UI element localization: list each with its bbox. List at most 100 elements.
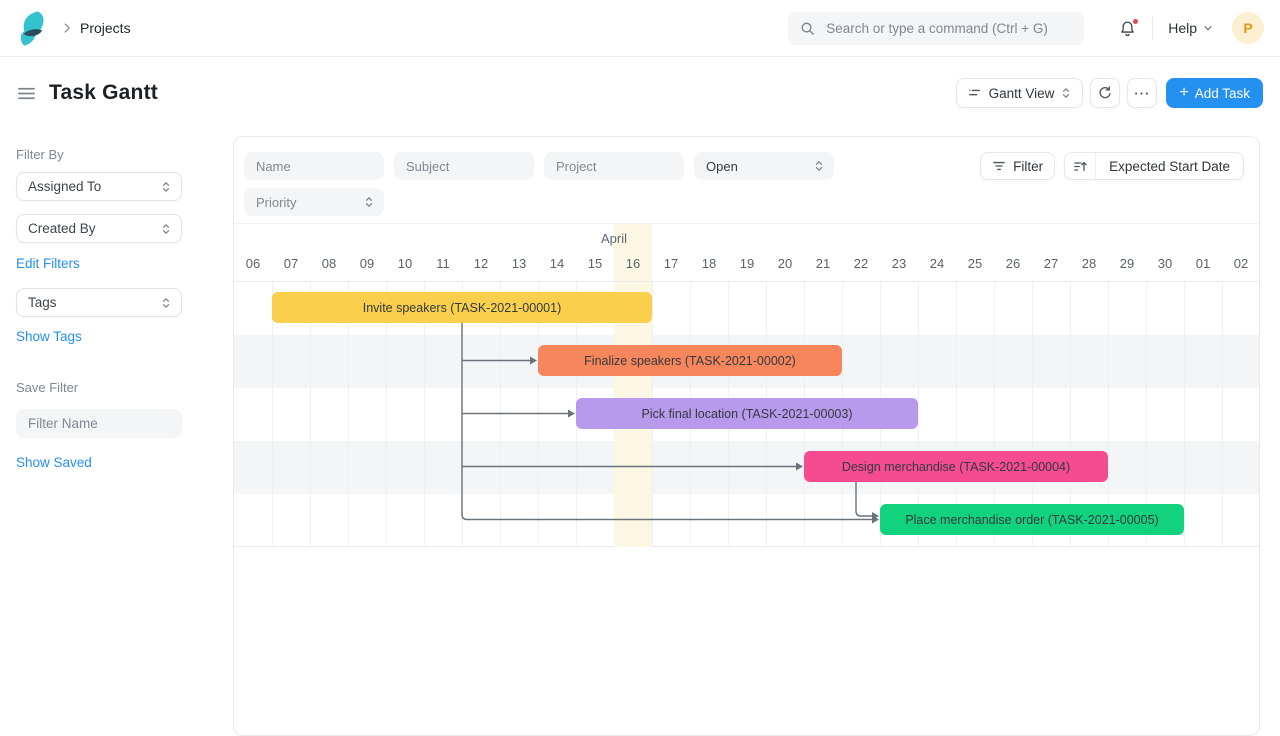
more-options-button[interactable]: ···: [1127, 78, 1158, 108]
sort-field-button[interactable]: Expected Start Date: [1096, 153, 1243, 179]
day-label: 10: [397, 256, 413, 271]
day-label: 30: [1157, 256, 1173, 271]
search-input[interactable]: [824, 19, 1073, 37]
day-label: 06: [245, 256, 261, 271]
breadcrumb[interactable]: Projects: [80, 20, 131, 36]
sort-control: Expected Start Date: [1064, 152, 1244, 180]
day-label: 26: [1005, 256, 1021, 271]
help-label: Help: [1168, 20, 1197, 36]
day-label: 07: [283, 256, 299, 271]
status-value: Open: [706, 158, 738, 174]
filter-by-label: Filter By: [16, 147, 64, 162]
gantt-task-bar[interactable]: Design merchandise (TASK-2021-00004): [804, 451, 1108, 482]
sidebar-toggle-button[interactable]: [17, 85, 36, 102]
user-avatar[interactable]: P: [1232, 12, 1264, 44]
day-label: 08: [321, 256, 337, 271]
tags-value: Tags: [28, 295, 57, 310]
day-label: 27: [1043, 256, 1059, 271]
assigned-to-value: Assigned To: [28, 179, 102, 194]
gantt-task-bar[interactable]: Pick final location (TASK-2021-00003): [576, 398, 918, 429]
gantt-task-bar[interactable]: Finalize speakers (TASK-2021-00002): [538, 345, 842, 376]
priority-placeholder: Priority: [256, 194, 297, 210]
day-label: 09: [359, 256, 375, 271]
day-label: 21: [815, 256, 831, 271]
unfold-icon: [162, 181, 170, 192]
chevron-down-icon: [1204, 25, 1212, 31]
view-switcher-button[interactable]: Gantt View: [955, 78, 1084, 108]
priority-select[interactable]: Priority: [244, 188, 384, 216]
sort-direction-button[interactable]: [1065, 153, 1097, 179]
assigned-to-select[interactable]: Assigned To: [16, 172, 182, 201]
filter-name-input[interactable]: [16, 409, 182, 438]
global-search[interactable]: [788, 11, 1085, 45]
filter-icon: [993, 161, 1006, 171]
created-by-select[interactable]: Created By: [16, 214, 182, 243]
day-label: 19: [739, 256, 755, 271]
save-filter-label: Save Filter: [16, 380, 79, 395]
gantt-header: April 06 07 08 09 10 11 12 13 14 15 16 17 18 19 20 21 22…: [234, 224, 1259, 282]
page-title: Task Gantt: [49, 81, 158, 104]
day-label: 13: [511, 256, 527, 271]
gantt-task-bar[interactable]: Place merchandise order (TASK-2021-00005…: [880, 504, 1184, 535]
unfold-icon: [162, 297, 170, 308]
gantt-view-icon: [968, 89, 980, 96]
day-label: 15: [587, 256, 603, 271]
filter-button[interactable]: Filter: [980, 152, 1056, 180]
tags-select[interactable]: Tags: [16, 288, 182, 317]
gantt-card: Open Priority Filter: [233, 136, 1260, 736]
unfold-icon: [162, 223, 170, 234]
day-label: 14: [549, 256, 565, 271]
name-filter-input[interactable]: [244, 152, 384, 180]
day-label: 18: [701, 256, 717, 271]
gantt-day-header: 06 07 08 09 10 11 12 13 14 15 16 17 18 19 20 21 22 23 24 25…: [234, 254, 1259, 282]
day-label: 29: [1119, 256, 1135, 271]
help-menu[interactable]: Help: [1168, 20, 1214, 36]
subject-filter-input[interactable]: [394, 152, 534, 180]
show-tags-link[interactable]: Show Tags: [16, 329, 82, 344]
day-label: 11: [436, 256, 450, 271]
add-task-button[interactable]: + Add Task: [1166, 78, 1263, 108]
menu-icon: [18, 87, 35, 99]
notification-bell-button[interactable]: [1118, 17, 1140, 38]
day-label: 12: [473, 256, 489, 271]
day-label: 22: [853, 256, 869, 271]
gantt-chart: April 06 07 08 09 10 11 12 13 14 15 16 17 18 19 20 21 22…: [234, 224, 1259, 547]
day-label: 20: [777, 256, 793, 271]
ellipsis-icon: ···: [1134, 85, 1151, 101]
gantt-rows: Invite speakers (TASK-2021-00001) Finaliz…: [234, 282, 1259, 547]
gantt-task-bar[interactable]: Invite speakers (TASK-2021-00001): [272, 292, 652, 323]
day-label: 02: [1233, 256, 1249, 271]
day-label: 01: [1195, 256, 1211, 271]
search-icon: [800, 21, 815, 36]
day-label: 24: [929, 256, 945, 271]
navbar-divider: [1152, 17, 1154, 39]
day-label: 23: [891, 256, 907, 271]
month-label: April: [600, 231, 627, 246]
view-switcher-label: Gantt View: [988, 85, 1055, 101]
status-select[interactable]: Open: [694, 152, 834, 180]
unfold-icon: [365, 197, 373, 207]
filter-button-label: Filter: [1013, 158, 1044, 174]
breadcrumb-chevron-icon: [60, 21, 74, 35]
unfold-icon: [1063, 88, 1070, 98]
edit-filters-link[interactable]: Edit Filters: [16, 256, 80, 271]
filter-sidebar: Filter By Assigned To Created By Edit Fi…: [0, 129, 233, 472]
refresh-button[interactable]: [1090, 78, 1121, 108]
day-label: 17: [663, 256, 679, 271]
day-label: 28: [1081, 256, 1097, 271]
unfold-icon: [815, 161, 823, 171]
top-navbar: Projects Help P: [0, 0, 1280, 57]
day-label: 25: [967, 256, 983, 271]
page-header: Task Gantt Gantt View ··· + Add Task: [0, 57, 1280, 129]
app-logo-icon[interactable]: [16, 9, 50, 47]
add-task-label: Add Task: [1194, 85, 1250, 101]
show-saved-link[interactable]: Show Saved: [16, 455, 92, 470]
project-filter-input[interactable]: [544, 152, 684, 180]
sort-ascending-icon: [1073, 161, 1087, 171]
notification-dot: [1132, 17, 1140, 25]
list-filter-area: Open Priority Filter: [234, 137, 1259, 223]
day-label: 16: [625, 256, 641, 271]
plus-icon: +: [1179, 83, 1189, 101]
created-by-value: Created By: [28, 221, 96, 236]
refresh-icon: [1099, 86, 1112, 99]
